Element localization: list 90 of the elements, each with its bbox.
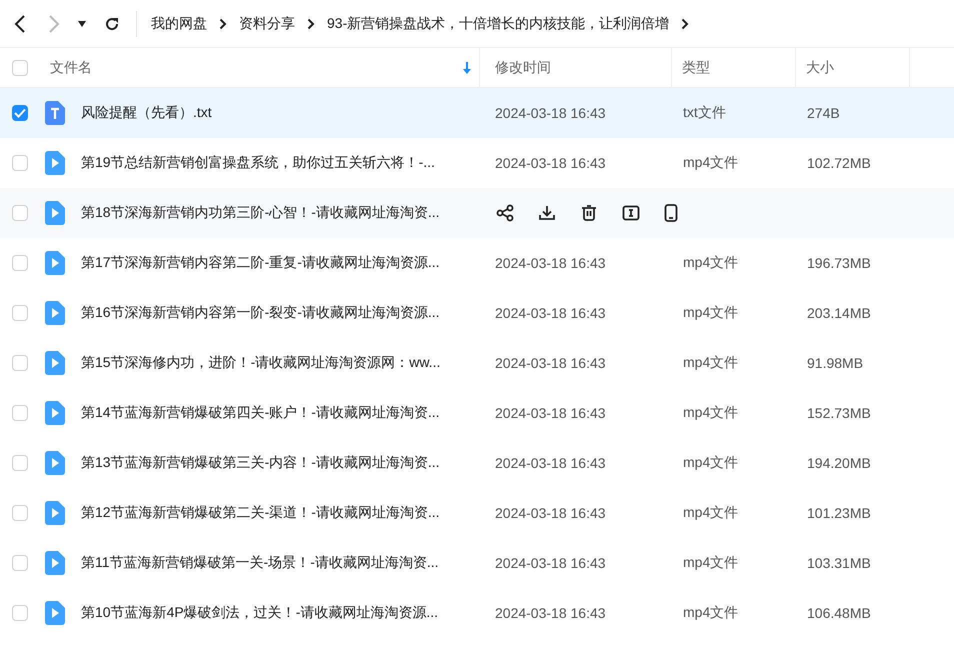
file-type: mp4文件 — [683, 454, 738, 470]
file-row[interactable]: 第16节深海新营销内容第一阶-裂变-请收藏网址海淘资源... 2024-03-18 16:43 mp4文件 203.14MB — [0, 288, 954, 338]
modified-date: 2024-03-18 16:43 — [495, 455, 606, 471]
row-checkbox[interactable] — [12, 255, 28, 271]
chevron-icon — [219, 18, 227, 30]
row-checkbox[interactable] — [12, 405, 28, 421]
file-row[interactable]: 第13节蓝海新营销爆破第三关-内容！-请收藏网址海淘资... 2024-03-18 16:43 mp4文件 194.20MB — [0, 438, 954, 488]
breadcrumb-item[interactable]: 资料分享 — [239, 14, 295, 32]
file-row[interactable]: 第15节深海修内功，进阶！-请收藏网址海淘资源网：ww... 2024-03-18 16:43 mp4文件 91.98MB — [0, 338, 954, 388]
file-row[interactable]: 第10节蓝海新4P爆破剑法，过关！-请收藏网址海淘资源... 2024-03-18 16:43 mp4文件 106.48MB — [0, 588, 954, 638]
modified-date: 2024-03-18 16:43 — [495, 355, 606, 371]
video-file-icon — [45, 201, 65, 225]
modified-date: 2024-03-18 16:43 — [495, 255, 606, 271]
file-row[interactable]: 第18节深海新营销内功第三阶-心智！-请收藏网址海淘资... — [0, 188, 954, 238]
file-row[interactable]: 第11节蓝海新营销爆破第一关-场景！-请收藏网址海淘资... 2024-03-18 16:43 mp4文件 103.31MB — [0, 538, 954, 588]
file-name[interactable]: 风险提醒（先看）.txt — [81, 104, 212, 122]
file-type: mp4文件 — [683, 154, 738, 170]
file-type: mp4文件 — [683, 354, 738, 370]
share-icon[interactable] — [496, 204, 514, 222]
file-size: 152.73MB — [807, 405, 871, 421]
video-file-icon — [45, 151, 65, 175]
file-name[interactable]: 第11节蓝海新营销爆破第一关-场景！-请收藏网址海淘资... — [81, 554, 439, 572]
back-icon[interactable] — [14, 14, 26, 34]
file-size: 102.72MB — [807, 155, 871, 171]
file-name[interactable]: 第12节蓝海新营销爆破第二关-渠道！-请收藏网址海淘资... — [81, 504, 440, 522]
breadcrumb-item[interactable]: 93-新营销操盘战术，十倍增长的内核技能，让利润倍增 — [327, 14, 670, 32]
phone-icon[interactable] — [664, 204, 678, 222]
chevron-icon — [681, 18, 690, 30]
file-row[interactable]: 第12节蓝海新营销爆破第二关-渠道！-请收藏网址海淘资... 2024-03-18 16:43 mp4文件 101.23MB — [0, 488, 954, 538]
file-type: mp4文件 — [683, 304, 738, 320]
file-size: 274B — [807, 105, 840, 121]
breadcrumb-item[interactable]: 我的网盘 — [151, 14, 207, 32]
file-name[interactable]: 第18节深海新营销内功第三阶-心智！-请收藏网址海淘资... — [81, 204, 440, 222]
file-name[interactable]: 第14节蓝海新营销爆破第四关-账户！-请收藏网址海淘资... — [81, 404, 440, 422]
file-size: 91.98MB — [807, 355, 864, 371]
file-name[interactable]: 第19节总结新营销创富操盘系统，助你过五关斩六将！-... — [81, 154, 435, 172]
video-file-icon — [45, 501, 65, 525]
modified-date: 2024-03-18 16:43 — [495, 605, 606, 621]
row-checkbox[interactable] — [12, 105, 28, 121]
chevron-icon — [307, 18, 315, 30]
modified-date: 2024-03-18 16:43 — [495, 155, 606, 171]
row-checkbox[interactable] — [12, 605, 28, 621]
file-size: 106.48MB — [807, 605, 871, 621]
row-checkbox[interactable] — [12, 555, 28, 571]
file-name[interactable]: 第15节深海修内功，进阶！-请收藏网址海淘资源网：ww... — [81, 354, 440, 372]
row-checkbox[interactable] — [12, 505, 28, 521]
row-checkbox[interactable] — [12, 455, 28, 471]
row-checkbox[interactable] — [12, 205, 28, 221]
video-file-icon — [45, 301, 65, 325]
modified-date: 2024-03-18 16:43 — [495, 405, 606, 421]
file-name[interactable]: 第13节蓝海新营销爆破第三关-内容！-请收藏网址海淘资... — [81, 454, 440, 472]
rename-icon[interactable] — [622, 204, 640, 222]
file-size: 101.23MB — [807, 505, 871, 521]
file-type: mp4文件 — [683, 504, 738, 520]
file-row[interactable]: 第14节蓝海新营销爆破第四关-账户！-请收藏网址海淘资... 2024-03-18 16:43 mp4文件 152.73MB — [0, 388, 954, 438]
video-file-icon — [45, 451, 65, 475]
file-type: mp4文件 — [683, 604, 738, 620]
refresh-icon[interactable] — [104, 16, 120, 32]
video-file-icon — [45, 551, 65, 575]
text-file-icon — [45, 101, 65, 125]
modified-date: 2024-03-18 16:43 — [495, 555, 606, 571]
file-size: 196.73MB — [807, 255, 871, 271]
file-name[interactable]: 第17节深海新营销内容第二阶-重复-请收藏网址海淘资源... — [81, 254, 440, 272]
file-row[interactable]: 第17节深海新营销内容第二阶-重复-请收藏网址海淘资源... 2024-03-18 16:43 mp4文件 196.73MB — [0, 238, 954, 288]
modified-date: 2024-03-18 16:43 — [495, 305, 606, 321]
row-checkbox[interactable] — [12, 305, 28, 321]
file-size: 203.14MB — [807, 305, 871, 321]
trash-icon[interactable] — [580, 204, 598, 222]
video-file-icon — [45, 401, 65, 425]
file-row[interactable]: 风险提醒（先看）.txt 2024-03-18 16:43 txt文件 274B — [0, 88, 954, 138]
modified-date: 2024-03-18 16:43 — [495, 105, 606, 121]
file-size: 103.31MB — [807, 555, 871, 571]
file-name[interactable]: 第16节深海新营销内容第一阶-裂变-请收藏网址海淘资源... — [81, 304, 440, 322]
row-checkbox[interactable] — [12, 155, 28, 171]
video-file-icon — [45, 351, 65, 375]
select-all-checkbox[interactable] — [12, 60, 28, 76]
modified-date: 2024-03-18 16:43 — [495, 505, 606, 521]
sort-arrow-icon[interactable] — [463, 62, 471, 74]
file-name[interactable]: 第10节蓝海新4P爆破剑法，过关！-请收藏网址海淘资源... — [81, 604, 438, 622]
dropdown-icon[interactable] — [78, 20, 86, 26]
row-checkbox[interactable] — [12, 355, 28, 371]
download-icon[interactable] — [538, 204, 556, 222]
video-file-icon — [45, 601, 65, 625]
file-type: txt文件 — [683, 104, 726, 120]
video-file-icon — [45, 251, 65, 275]
file-size: 194.20MB — [807, 455, 871, 471]
file-row[interactable]: 第19节总结新营销创富操盘系统，助你过五关斩六将！-... 2024-03-18 16:43 mp4文件 102.72MB — [0, 138, 954, 188]
file-type: mp4文件 — [683, 404, 738, 420]
file-type: mp4文件 — [683, 554, 738, 570]
file-type: mp4文件 — [683, 254, 738, 270]
